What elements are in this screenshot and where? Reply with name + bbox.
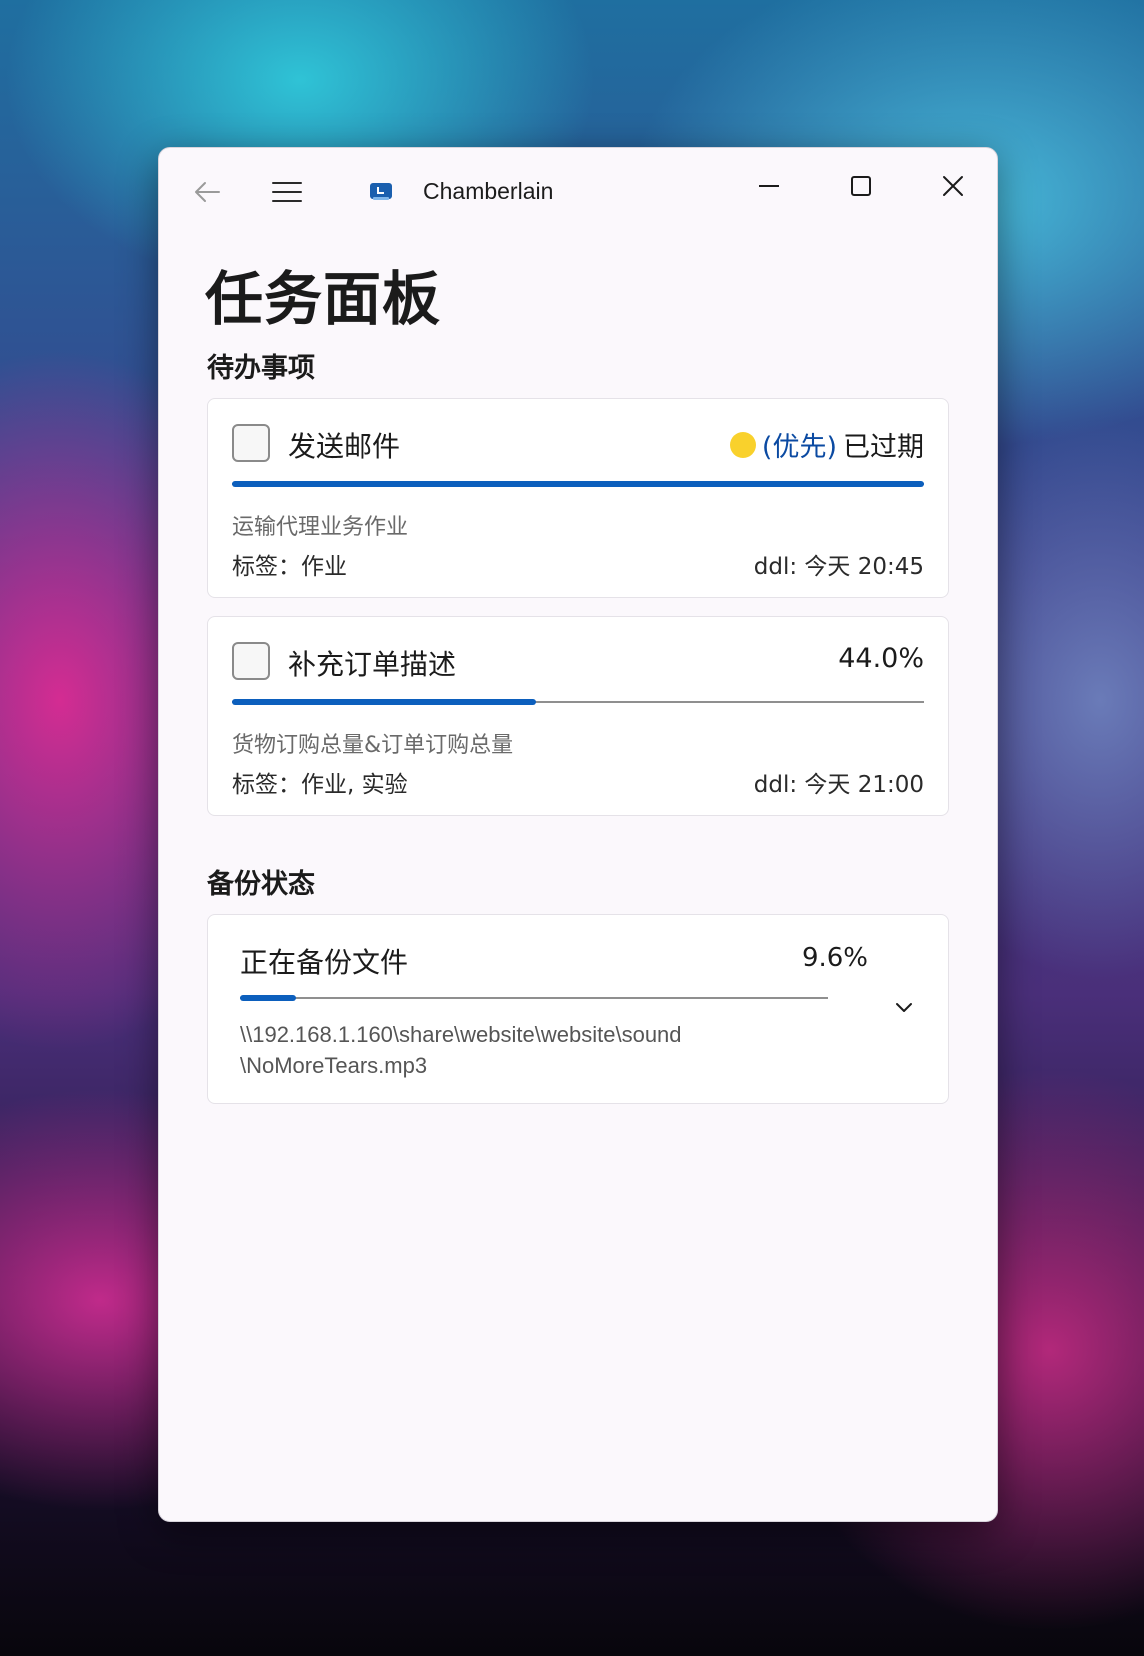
app-logo: [369, 176, 393, 208]
backup-label: 正在备份文件: [240, 946, 409, 979]
task-percent: 44.0%: [838, 643, 924, 674]
backup-section-title: 备份状态: [207, 869, 315, 900]
back-arrow-icon: [195, 182, 220, 202]
minimize-button[interactable]: [749, 166, 789, 206]
task-checkbox[interactable]: [232, 642, 270, 680]
task-card[interactable]: 发送邮件 (优先) 已过期 运输代理业务作业 标签：作业 ddl: 今天 20:…: [207, 398, 949, 598]
task-deadline: ddl: 今天 21:00: [753, 772, 924, 798]
task-name: 发送邮件: [288, 430, 401, 463]
backup-file-path: \\192.168.1.160\share\website\website\so…: [240, 1019, 800, 1081]
chevron-down-icon: [896, 1003, 912, 1012]
priority-dot-icon: [729, 431, 756, 458]
backup-percent: 9.6%: [801, 943, 868, 973]
backup-path-line: \\192.168.1.160\share\website\website\so…: [240, 1022, 682, 1047]
task-progress-bar: [232, 699, 924, 705]
task-description: 货物订购总量&订单订购总量: [232, 733, 514, 758]
app-window: Chamberlain 任务面板 待办事项 发送邮件 (优先) 已过期 运输代理…: [158, 147, 998, 1522]
title-bar: Chamberlain: [159, 148, 997, 228]
priority-label: (优先): [761, 432, 837, 463]
close-button[interactable]: [933, 166, 973, 206]
todo-section-title: 待办事项: [207, 353, 315, 384]
maximize-icon: [851, 176, 871, 196]
task-status-group: 44.0%: [838, 643, 924, 674]
task-tags: 标签：作业, 实验: [232, 772, 408, 798]
task-card[interactable]: 补充订单描述 44.0% 货物订购总量&订单订购总量 标签：作业, 实验 ddl…: [207, 616, 949, 816]
backup-path-line: \NoMoreTears.mp3: [240, 1053, 428, 1078]
back-button[interactable]: [191, 176, 223, 208]
close-icon: [943, 176, 963, 196]
hamburger-menu-icon: [272, 182, 302, 202]
task-tags: 标签：作业: [232, 554, 347, 580]
task-description: 运输代理业务作业: [232, 515, 409, 540]
task-deadline: ddl: 今天 20:45: [753, 554, 924, 580]
task-name: 补充订单描述: [288, 648, 457, 681]
task-progress-bar: [232, 481, 924, 487]
maximize-button[interactable]: [841, 166, 881, 206]
minimize-icon: [759, 185, 779, 187]
backup-card[interactable]: 正在备份文件 9.6% \\192.168.1.160\share\websit…: [207, 914, 949, 1104]
task-checkbox[interactable]: [232, 424, 270, 462]
app-logo-icon: [370, 183, 392, 200]
task-status: 已过期: [843, 432, 924, 463]
expand-button[interactable]: [888, 991, 920, 1023]
menu-button[interactable]: [271, 176, 303, 208]
backup-progress-bar: [240, 995, 828, 1001]
app-title: Chamberlain: [423, 178, 554, 204]
task-status-group: (优先) 已过期: [729, 425, 924, 464]
page-title: 任务面板: [205, 265, 442, 333]
